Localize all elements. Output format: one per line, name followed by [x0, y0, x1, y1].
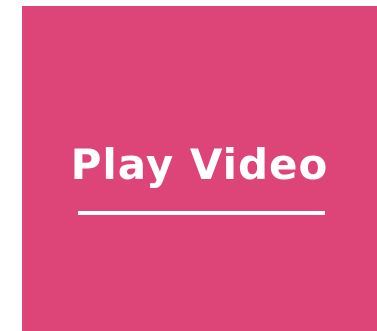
page: Play Video	[0, 0, 377, 331]
play-video-label: Play Video	[70, 140, 329, 189]
play-video-button[interactable]: Play Video	[22, 6, 377, 331]
play-video-underline	[78, 211, 325, 215]
